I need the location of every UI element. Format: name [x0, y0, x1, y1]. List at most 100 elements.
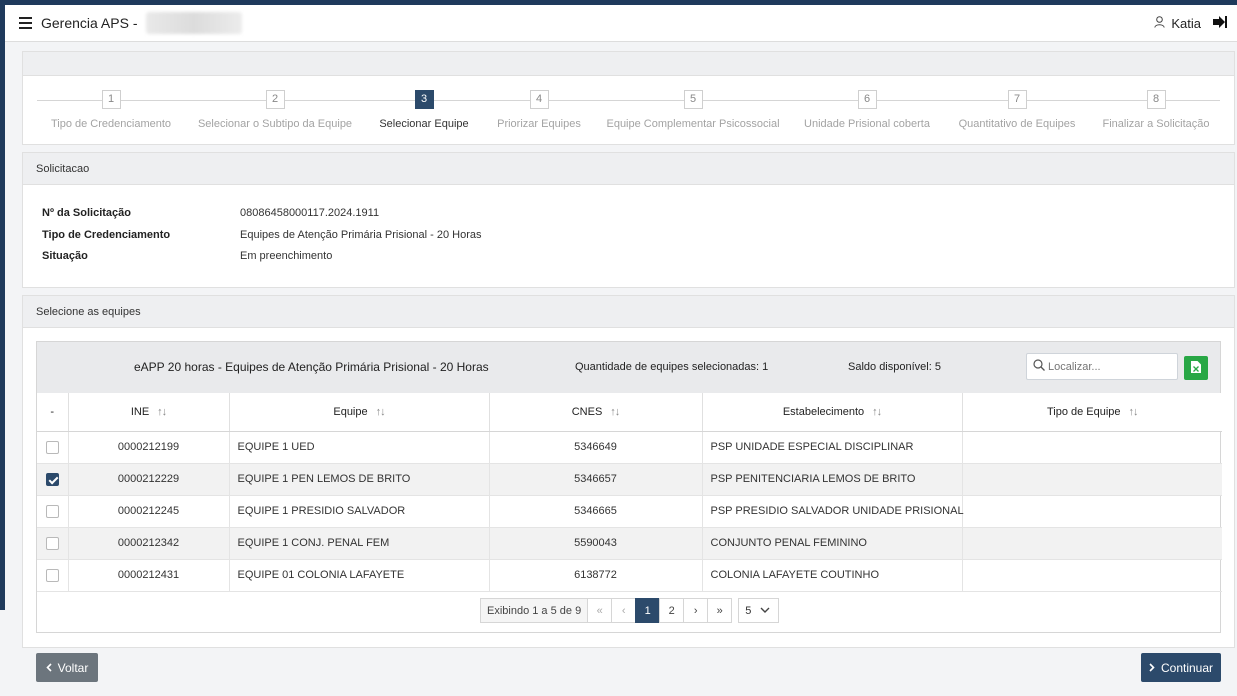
step-number: 2 [265, 90, 285, 109]
col-ine[interactable]: INE ↑↓ [68, 393, 230, 432]
cell-ine: 0000212431 [68, 559, 230, 592]
step-5[interactable]: 5 Equipe Complementar Psicossocial [598, 90, 788, 130]
row-checkbox-checked[interactable] [45, 472, 59, 486]
table-header-row: - INE ↑↓ Equipe ↑↓ CNES ↑↓ Estabelecimento ↑… [37, 393, 1222, 432]
step-number: 1 [101, 90, 121, 109]
page-size-select[interactable]: 5 [738, 598, 780, 623]
table-toolbar: eAPP 20 horas - Equipes de Atenção Primá… [37, 342, 1220, 393]
table-row[interactable]: 0000212199 EQUIPE 1 UED 5346649 PSP UNID… [37, 431, 1222, 464]
cell-tipo [962, 559, 1222, 592]
row-checkbox[interactable] [45, 440, 59, 454]
next-page-button[interactable]: › [683, 598, 709, 623]
table-row[interactable]: 0000212229 EQUIPE 1 PEN LEMOS DE BRITO 5… [37, 463, 1222, 496]
left-accent-bar [0, 5, 5, 610]
selected-count: Quantidade de equipes selecionadas: 1 [575, 361, 768, 373]
user-icon[interactable] [1154, 15, 1166, 31]
paginator-info: Exibindo 1 a 5 de 9 [480, 598, 589, 623]
sort-icon[interactable]: ↑↓ [610, 406, 620, 418]
cell-estabelecimento: PSP UNIDADE ESPECIAL DISCIPLINAR [702, 431, 963, 464]
first-page-button[interactable]: « [587, 598, 613, 623]
page-size-value: 5 [745, 604, 752, 617]
chevron-left-icon [46, 661, 52, 675]
cell-ine: 0000212199 [68, 431, 230, 464]
col-estabelecimento[interactable]: Estabelecimento ↑↓ [702, 393, 963, 432]
redacted-municipality [145, 12, 242, 34]
step-8[interactable]: 8 Finalizar a Solicitação [1061, 90, 1237, 130]
row-checkbox[interactable] [45, 504, 59, 518]
cell-equipe: EQUIPE 01 COLONIA LAFAYETE [229, 559, 490, 592]
continue-button[interactable]: Continuar [1141, 653, 1221, 682]
info-label: Situação [42, 250, 88, 262]
step-number: 8 [1146, 90, 1166, 109]
page-button-2[interactable]: 2 [659, 598, 685, 623]
row-checkbox[interactable] [45, 536, 59, 550]
col-equipe[interactable]: Equipe ↑↓ [229, 393, 490, 432]
solicitacao-heading: Solicitacao [23, 153, 1234, 185]
cell-cnes: 5346665 [489, 495, 703, 528]
cell-tipo [962, 527, 1222, 560]
table-row[interactable]: 0000212245 EQUIPE 1 PRESIDIO SALVADOR 53… [37, 495, 1222, 528]
saldo: Saldo disponível: 5 [848, 361, 941, 373]
column-label: - [50, 405, 55, 418]
continue-button-label: Continuar [1160, 660, 1214, 675]
chevron-right-icon [1149, 661, 1155, 675]
hamburger-icon[interactable] [19, 17, 32, 29]
chevron-down-icon [760, 605, 770, 617]
step-number: 4 [529, 90, 549, 109]
table-title: eAPP 20 horas - Equipes de Atenção Primá… [134, 360, 489, 374]
user-name[interactable]: Katia [1171, 16, 1201, 31]
last-page-button[interactable]: » [707, 598, 733, 623]
col-cnes[interactable]: CNES ↑↓ [489, 393, 703, 432]
page-button-1[interactable]: 1 [635, 598, 661, 623]
cell-tipo [962, 431, 1222, 464]
sort-icon[interactable]: ↑↓ [1129, 406, 1139, 418]
cell-cnes: 5346657 [489, 463, 703, 496]
step-number: 6 [857, 90, 877, 109]
step-number: 7 [1007, 90, 1027, 109]
cell-estabelecimento: PSP PRESIDIO SALVADOR UNIDADE PRISIONAL [702, 495, 964, 528]
cell-ine: 0000212342 [68, 527, 230, 560]
equipes-table: - INE ↑↓ Equipe ↑↓ CNES ↑↓ Estabelecimento ↑… [37, 393, 1222, 592]
column-label: Tipo de Equipe [1046, 405, 1121, 418]
cell-equipe: EQUIPE 1 PRESIDIO SALVADOR [229, 495, 490, 528]
col-tipo-equipe[interactable]: Tipo de Equipe ↑↓ [962, 393, 1222, 432]
selected-count-value: 1 [762, 361, 769, 373]
cell-cnes: 6138772 [489, 559, 703, 592]
stepper-panel-header [23, 52, 1234, 76]
sort-icon[interactable]: ↑↓ [376, 406, 386, 418]
saldo-value: 5 [934, 361, 941, 373]
column-label: Equipe [333, 405, 368, 418]
excel-file-icon [1191, 360, 1201, 376]
logout-icon[interactable] [1213, 15, 1227, 31]
sort-icon[interactable]: ↑↓ [157, 406, 167, 418]
col-select-all[interactable]: - [37, 393, 69, 432]
cell-tipo [962, 495, 1222, 528]
info-value: Em preenchimento [240, 250, 333, 262]
step-label: Equipe Complementar Psicossocial [606, 118, 780, 130]
wizard-stepper: 1 Tipo de Credenciamento 2 Selecionar o … [37, 90, 1220, 136]
export-excel-button[interactable] [1184, 356, 1208, 380]
equipes-heading: Selecione as equipes [23, 296, 1234, 328]
paginator: Exibindo 1 a 5 de 9 « ‹ 1 2 › » 5 [480, 598, 780, 623]
user-area: Katia [1154, 15, 1227, 31]
table-row[interactable]: 0000212342 EQUIPE 1 CONJ. PENAL FEM 5590… [37, 527, 1222, 560]
cell-cnes: 5346649 [489, 431, 703, 464]
row-checkbox[interactable] [45, 568, 59, 582]
search-input[interactable] [1026, 353, 1178, 380]
table-row[interactable]: 0000212431 EQUIPE 01 COLONIA LAFAYETE 61… [37, 559, 1222, 592]
step-number: 3 [414, 90, 434, 109]
cell-estabelecimento: COLONIA LAFAYETE COUTINHO [702, 559, 963, 592]
app-title: Gerencia APS - [41, 15, 138, 31]
step-number: 5 [683, 90, 703, 109]
sort-icon[interactable]: ↑↓ [872, 406, 882, 418]
search-icon [1033, 359, 1045, 374]
selected-count-label: Quantidade de equipes selecionadas: [575, 361, 760, 373]
back-button[interactable]: Voltar [36, 653, 98, 682]
prev-page-button[interactable]: ‹ [611, 598, 637, 623]
app-header: Gerencia APS - Katia [5, 5, 1237, 42]
equipes-panel: Selecione as equipes eAPP 20 horas - Equ… [22, 295, 1235, 648]
saldo-label: Saldo disponível: [848, 361, 932, 373]
info-label: Nº da Solicitação [42, 207, 131, 219]
step-1[interactable]: 1 Tipo de Credenciamento [16, 90, 206, 130]
column-label: CNES [571, 405, 603, 418]
